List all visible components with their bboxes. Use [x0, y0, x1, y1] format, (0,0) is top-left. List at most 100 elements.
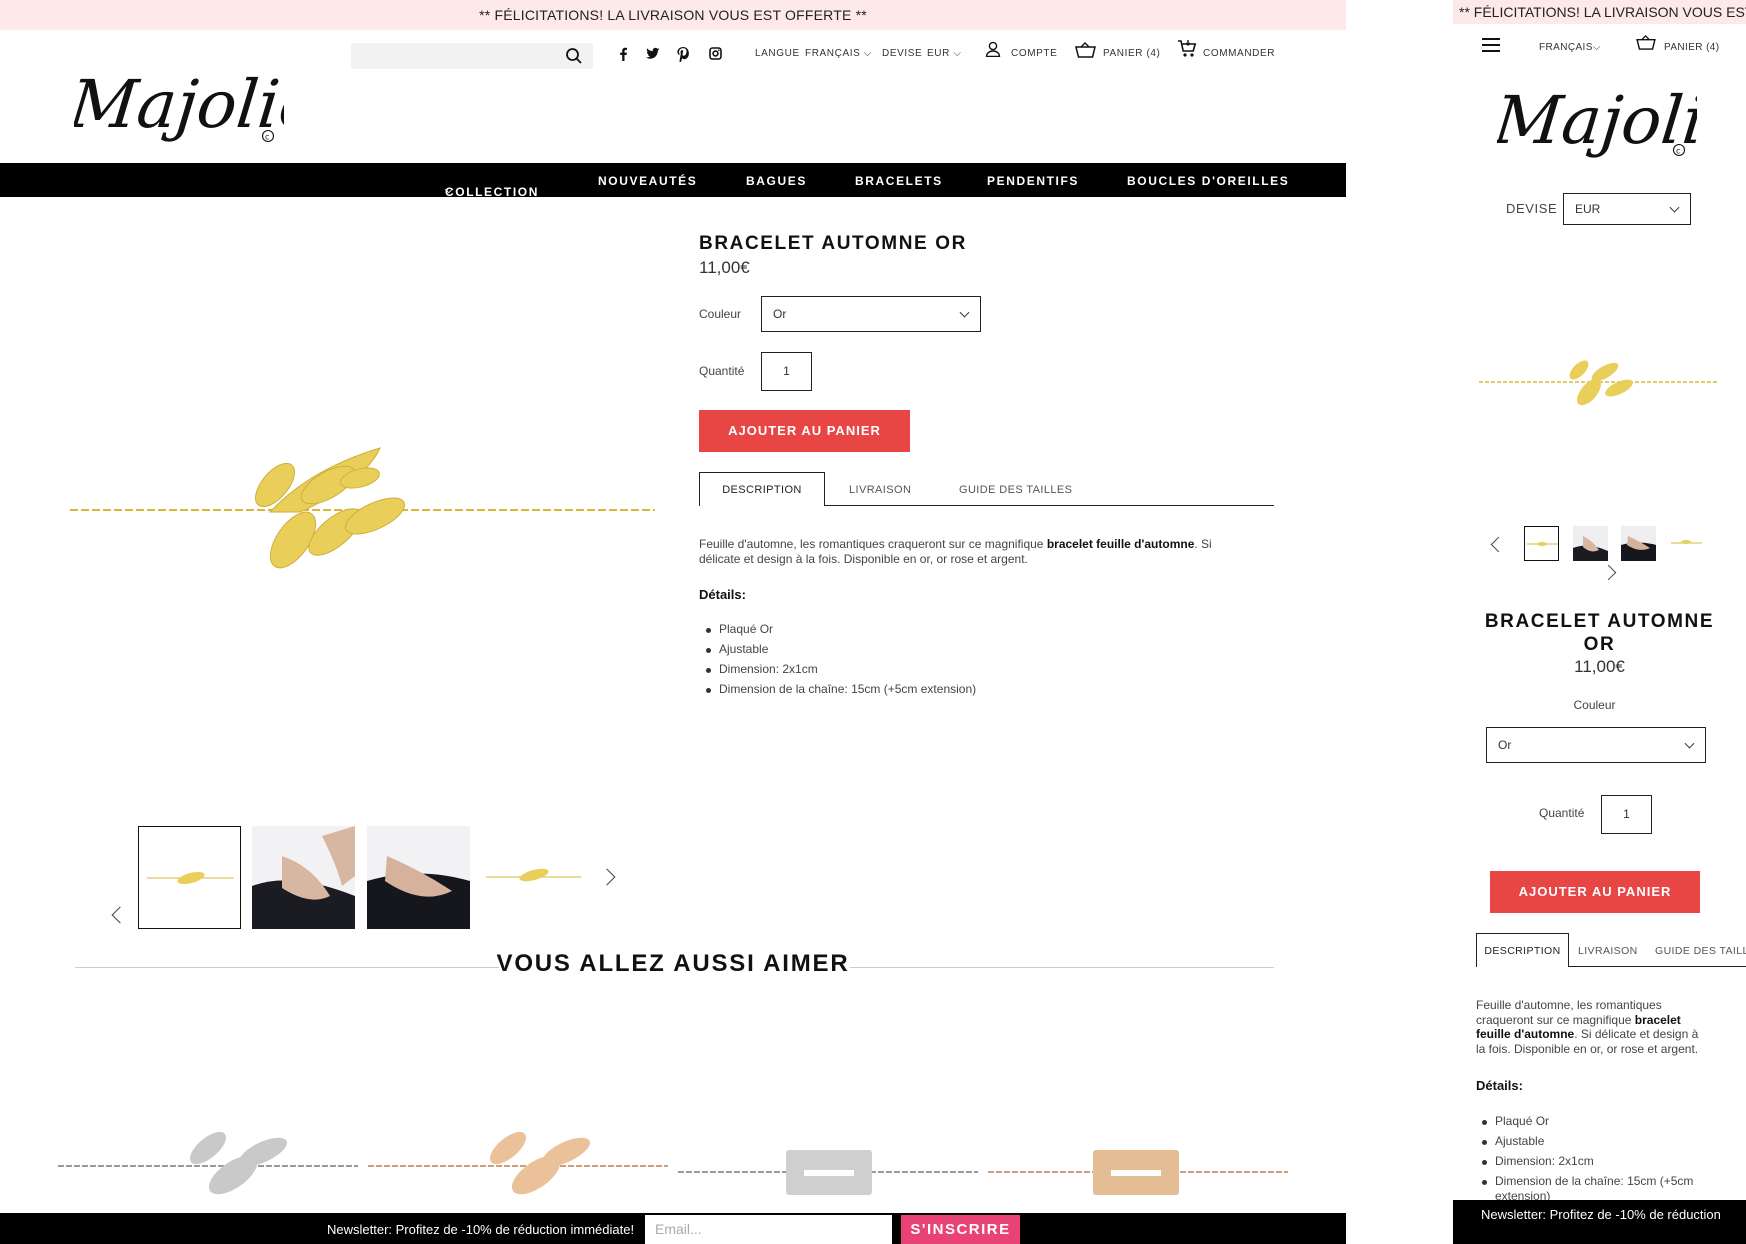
related-product-silver-blade[interactable]: [678, 1150, 978, 1195]
mobile-product-price: 11,00€: [1574, 657, 1625, 676]
color-select-value: Or: [773, 307, 787, 321]
related-product-rose-blade[interactable]: [988, 1150, 1288, 1195]
related-heading: VOUS ALLEZ AUSSI AIMER: [496, 950, 850, 977]
pinterest-icon[interactable]: [677, 47, 689, 62]
mobile-color-select[interactable]: Or: [1486, 727, 1706, 763]
facebook-icon[interactable]: [618, 47, 628, 61]
thumbnail-4[interactable]: [482, 826, 585, 929]
mobile-thumbnail-4[interactable]: [1669, 526, 1704, 561]
thumbnail-2[interactable]: [252, 826, 355, 929]
mobile-product-title-line2: OR: [1583, 634, 1616, 655]
mobile-cart-link[interactable]: PANIER (4): [1664, 42, 1720, 53]
mobile-thumbnail-2[interactable]: [1573, 526, 1608, 561]
mobile-tab-description[interactable]: DESCRIPTION: [1476, 933, 1569, 967]
color-label: Couleur: [699, 307, 742, 321]
mobile-basket-icon[interactable]: [1636, 35, 1656, 50]
svg-text:c: c: [1676, 147, 1680, 156]
detail-item: Dimension: 2x1cm: [706, 662, 818, 676]
mobile-product-description: Feuille d'automne, les romantiques craqu…: [1476, 998, 1726, 1056]
main-nav: COLLECTION ⌵ NOUVEAUTÉS BAGUES BRACELETS…: [0, 163, 1346, 199]
product-price: 11,00€: [699, 258, 750, 277]
currency-label: DEVISE: [882, 48, 923, 59]
product-description: Feuille d'automne, les romantiques craqu…: [699, 537, 1254, 567]
promo-banner: ** FÉLICITATIONS! LA LIVRAISON VOUS EST …: [0, 0, 1346, 30]
thumbnail-1[interactable]: [138, 826, 241, 929]
mobile-product-title-line1: BRACELET AUTOMNE: [1484, 611, 1715, 632]
chevron-down-icon: ⌵: [1592, 42, 1601, 53]
related-product-rose-leaf[interactable]: [368, 1130, 668, 1202]
shopping-cart-icon[interactable]: [1177, 39, 1197, 58]
chevron-down-icon: [1669, 202, 1680, 213]
detail-item: Ajustable: [705, 642, 769, 656]
thumbnail-3[interactable]: [367, 826, 470, 929]
instagram-icon[interactable]: [709, 47, 722, 60]
nav-item-pendentifs[interactable]: PENDENTIFS: [987, 174, 1079, 188]
nav-item-bracelets[interactable]: BRACELETS: [855, 174, 943, 188]
mobile-thumbs-prev-arrow-icon[interactable]: [1490, 536, 1507, 553]
thumbs-prev-arrow-icon[interactable]: [111, 906, 129, 924]
basket-icon[interactable]: [1075, 42, 1096, 58]
mobile-newsletter-text: Newsletter: Profitez de -10% de réductio…: [1481, 1207, 1721, 1222]
account-link[interactable]: COMPTE: [1011, 48, 1057, 59]
chevron-down-icon: ⌵: [445, 185, 455, 196]
tab-livraison[interactable]: LIVRAISON: [849, 484, 911, 496]
menu-icon[interactable]: [1482, 38, 1500, 52]
account-icon[interactable]: [985, 41, 1001, 57]
color-select[interactable]: Or: [761, 296, 981, 332]
mobile-currency-select[interactable]: EUR: [1563, 193, 1691, 225]
nav-item-collection-label: COLLECTION: [445, 185, 539, 199]
tab-guide-des-tailles[interactable]: GUIDE DES TAILLES: [959, 484, 1072, 496]
newsletter-email-input[interactable]: Email...: [645, 1215, 892, 1244]
mobile-detail-item: Dimension: 2x1cm: [1482, 1154, 1594, 1168]
mobile-thumbnail-1[interactable]: [1524, 526, 1559, 561]
nav-item-boucles[interactable]: BOUCLES D'OREILLES: [1127, 174, 1289, 188]
site-logo[interactable]: Majolie c: [65, 65, 322, 170]
search-icon[interactable]: [565, 47, 583, 65]
product-main-image[interactable]: [70, 220, 655, 800]
mobile-language-select[interactable]: FRANÇAIS⌵: [1539, 42, 1601, 53]
currency-value: EUR: [927, 48, 950, 59]
mobile-thumbnail-3[interactable]: [1621, 526, 1656, 561]
thumbs-next-arrow-icon[interactable]: [598, 868, 616, 886]
add-to-cart-button[interactable]: AJOUTER AU PANIER: [699, 410, 910, 452]
detail-item: Dimension de la chaîne: 15cm (+5cm exten…: [705, 682, 977, 696]
cart-link[interactable]: PANIER (4): [1103, 48, 1161, 59]
search-bar[interactable]: [351, 43, 593, 69]
quantity-input[interactable]: 1: [761, 352, 812, 391]
nav-item-nouveautes[interactable]: NOUVEAUTÉS: [598, 174, 697, 188]
checkout-link[interactable]: COMMANDER: [1203, 48, 1275, 59]
mobile-add-to-cart-button[interactable]: AJOUTER AU PANIER: [1490, 871, 1700, 913]
mobile-tab-guide-des-tailles[interactable]: GUIDE DES TAILLES: [1655, 945, 1746, 957]
mobile-product-title: BRACELET AUTOMNE OR: [1453, 610, 1746, 656]
newsletter-subscribe-button[interactable]: S'INSCRIRE: [901, 1215, 1020, 1244]
mobile-detail-item: Plaqué Or: [1481, 1114, 1550, 1128]
currency-select[interactable]: EUR ⌵: [927, 48, 962, 59]
language-select[interactable]: FRANÇAIS ⌵: [805, 48, 872, 59]
mobile-description-line: feuille d'automne. Si délicate et design…: [1476, 1027, 1699, 1041]
description-highlight: bracelet feuille d'automne: [1046, 537, 1195, 551]
mobile-site-logo[interactable]: Majolie c: [1489, 78, 1746, 183]
mobile-color-label: Couleur: [1573, 698, 1616, 712]
description-text: Feuille d'automne, les romantiques craqu…: [699, 537, 1047, 551]
mobile-product-image[interactable]: [1479, 340, 1719, 420]
related-products: [58, 1130, 1290, 1210]
mobile-description-line: la fois. Disponible en or, or rose et ar…: [1476, 1041, 1699, 1056]
mobile-view: ** FÉLICITATIONS! LA LIVRAISON VOUS EST …: [1453, 0, 1746, 1244]
quantity-label: Quantité: [699, 364, 745, 378]
newsletter-bar: Newsletter: Profitez de -10% de réductio…: [0, 1213, 1346, 1244]
mobile-quantity-label: Quantité: [1539, 806, 1585, 820]
svg-text:c: c: [265, 133, 269, 142]
promo-banner-mobile: ** FÉLICITATIONS! LA LIVRAISON VOUS EST: [1453, 0, 1746, 24]
mobile-logo-text: Majolie: [1497, 82, 1697, 159]
mobile-tab-livraison[interactable]: LIVRAISON: [1578, 945, 1638, 957]
chevron-down-icon: ⌵: [863, 48, 872, 59]
mobile-quantity-input[interactable]: 1: [1601, 795, 1652, 834]
mobile-detail-item: Dimension de la chaîne: 15cm (+5cm: [1481, 1174, 1694, 1188]
nav-item-bagues[interactable]: BAGUES: [746, 174, 807, 188]
mobile-thumbs-next-arrow-icon[interactable]: [1600, 564, 1617, 581]
related-product-silver-leaf[interactable]: [58, 1130, 358, 1202]
mobile-currency-label: DEVISE: [1506, 201, 1558, 216]
chevron-down-icon: [1684, 738, 1695, 749]
tab-description[interactable]: DESCRIPTION: [699, 472, 825, 506]
twitter-icon[interactable]: [646, 47, 660, 60]
